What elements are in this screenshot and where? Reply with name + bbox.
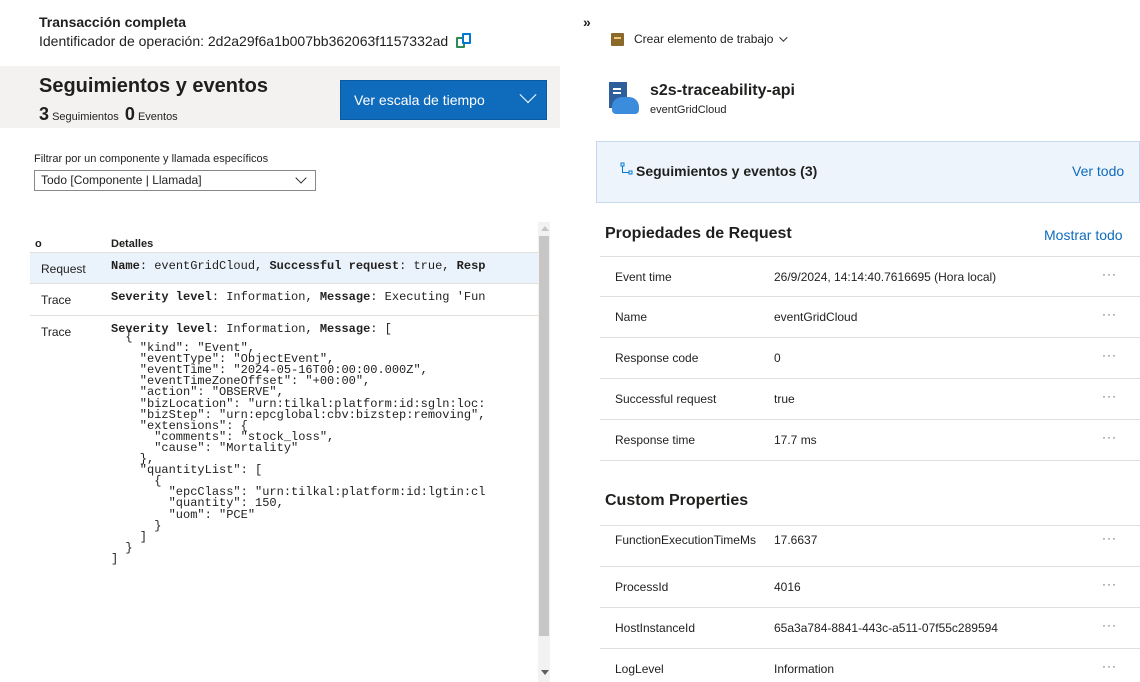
property-row: Event time 26/9/2024, 14:14:40.7616695 (H… bbox=[600, 256, 1140, 297]
more-options-icon[interactable]: ··· bbox=[1102, 389, 1117, 403]
table-row[interactable]: Request Name: eventGridCloud, Successful… bbox=[30, 252, 538, 284]
property-row: HostInstanceId 65a3a784-8841-443c-a511-07… bbox=[600, 608, 1140, 649]
trace-count: 3 bbox=[39, 104, 50, 124]
row-details: Name: eventGridCloud, Successful request… bbox=[111, 259, 486, 273]
chevron-down-icon bbox=[779, 33, 789, 42]
more-options-icon[interactable]: ··· bbox=[1102, 307, 1117, 321]
property-value: 17.6637 bbox=[774, 533, 818, 547]
table-row[interactable]: Trace Severity level: Information, Messa… bbox=[30, 316, 538, 682]
chevron-down-icon bbox=[519, 86, 537, 104]
more-options-icon[interactable]: ··· bbox=[1102, 430, 1117, 444]
work-item-icon bbox=[611, 32, 624, 46]
row-type: Request bbox=[41, 262, 86, 276]
property-value: Information bbox=[774, 662, 835, 676]
view-timeline-button[interactable]: Ver escala de tiempo bbox=[340, 80, 547, 120]
transaction-header: Transacción completa Identificador de op… bbox=[0, 0, 560, 64]
scroll-up-icon[interactable] bbox=[541, 226, 549, 231]
property-name: Event time bbox=[615, 270, 672, 284]
more-options-icon[interactable]: ··· bbox=[1102, 348, 1117, 362]
transaction-title: Transacción completa bbox=[39, 14, 187, 30]
custom-properties-title: Custom Properties bbox=[605, 492, 749, 509]
row-type: Trace bbox=[41, 293, 72, 307]
property-name: FunctionExecutionTimeMs bbox=[615, 533, 756, 547]
app-insights-icon bbox=[609, 82, 639, 116]
more-options-icon[interactable]: ··· bbox=[1102, 531, 1117, 545]
copy-icon[interactable] bbox=[454, 33, 474, 49]
property-row: ProcessId 4016 ··· bbox=[600, 567, 1140, 608]
app-operation-name: eventGridCloud bbox=[650, 104, 727, 116]
property-row: Successful request true ··· bbox=[600, 379, 1140, 420]
filter-label: Filtrar por un componente y llamada espe… bbox=[34, 153, 269, 165]
property-value: 0 bbox=[774, 351, 781, 365]
traces-title: Seguimientos y eventos bbox=[39, 75, 268, 97]
column-header-details[interactable]: Detalles bbox=[111, 238, 153, 250]
property-row: Response time 17.7 ms ··· bbox=[600, 420, 1140, 461]
column-header-type[interactable]: o bbox=[35, 238, 42, 250]
filter-selected-value: Todo [Componente | Llamada] bbox=[41, 173, 202, 187]
event-count: 0 bbox=[124, 104, 135, 124]
trace-count-label: Seguimientos bbox=[52, 111, 119, 123]
app-name: s2s-traceability-api bbox=[650, 82, 795, 99]
more-options-icon[interactable]: ··· bbox=[1102, 659, 1117, 673]
scroll-down-icon[interactable] bbox=[541, 670, 549, 675]
request-properties-title: Propiedades de Request bbox=[605, 225, 792, 242]
property-name: HostInstanceId bbox=[615, 621, 696, 635]
create-work-item-button[interactable]: Crear elemento de trabajo bbox=[611, 32, 789, 46]
operation-id-line: Identificador de operación: 2d2a29f6a1b0… bbox=[39, 33, 560, 49]
property-name: LogLevel bbox=[615, 662, 664, 676]
property-row: Name eventGridCloud ··· bbox=[600, 297, 1140, 338]
left-pane: Transacción completa Identificador de op… bbox=[0, 0, 560, 682]
trace-counts: 3 Seguimientos 0 Eventos bbox=[39, 104, 178, 125]
property-value: 4016 bbox=[774, 580, 801, 594]
property-name: Successful request bbox=[615, 392, 717, 406]
property-name: Name bbox=[615, 310, 648, 324]
operation-id-text: Identificador de operación: 2d2a29f6a1b0… bbox=[39, 33, 449, 49]
create-work-item-label: Crear elemento de trabajo bbox=[634, 32, 774, 46]
trace-icon bbox=[620, 162, 634, 179]
property-value: 65a3a784-8841-443c-a511-07f55c289594 bbox=[774, 621, 998, 635]
show-all-link[interactable]: Mostrar todo bbox=[1044, 227, 1123, 243]
property-value: true bbox=[774, 392, 795, 406]
traces-grid: o Detalles Request Name: eventGridCloud,… bbox=[30, 222, 538, 682]
property-row: Response code 0 ··· bbox=[600, 338, 1140, 379]
collapse-pane-button[interactable]: » bbox=[583, 14, 591, 30]
more-options-icon[interactable]: ··· bbox=[1102, 577, 1117, 591]
traces-summary-title: Seguimientos y eventos (3) bbox=[636, 163, 818, 179]
grid-scrollbar-thumb[interactable] bbox=[539, 236, 549, 636]
component-filter-select[interactable]: Todo [Componente | Llamada] bbox=[34, 170, 316, 191]
property-row: FunctionExecutionTimeMs 17.6637 ··· bbox=[600, 525, 1140, 567]
property-name: ProcessId bbox=[615, 580, 669, 594]
row-details: Severity level: Information, Message: Ex… bbox=[111, 290, 486, 304]
event-count-label: Eventos bbox=[137, 111, 178, 123]
table-row[interactable]: Trace Severity level: Information, Messa… bbox=[30, 284, 538, 316]
chevron-down-icon bbox=[295, 172, 307, 184]
property-value: eventGridCloud bbox=[774, 310, 858, 324]
property-value: 17.7 ms bbox=[774, 433, 817, 447]
more-options-icon[interactable]: ··· bbox=[1102, 267, 1117, 281]
property-value: 26/9/2024, 14:14:40.7616695 (Hora local) bbox=[774, 270, 997, 284]
property-name: Response code bbox=[615, 351, 699, 365]
view-timeline-label: Ver escala de tiempo bbox=[354, 92, 485, 108]
property-name: Response time bbox=[615, 433, 696, 447]
row-type: Trace bbox=[41, 325, 72, 339]
more-options-icon[interactable]: ··· bbox=[1102, 618, 1117, 632]
json-message: { "kind": "Event", "eventType": "ObjectE… bbox=[111, 330, 486, 566]
view-all-link[interactable]: Ver todo bbox=[1072, 163, 1124, 179]
property-row: LogLevel Information ··· bbox=[600, 649, 1140, 682]
